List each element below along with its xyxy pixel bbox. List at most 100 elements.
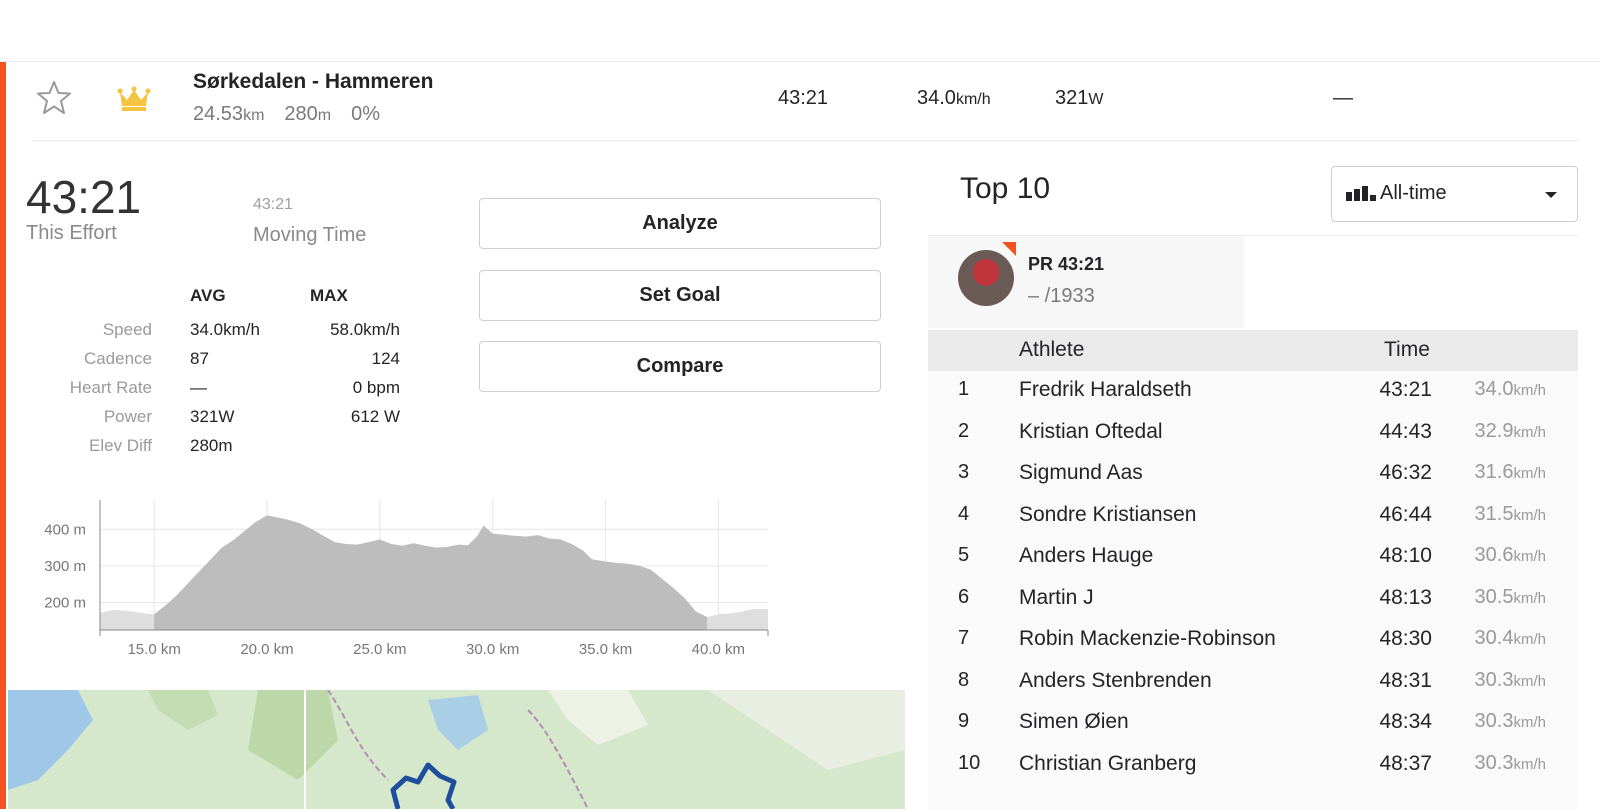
leaderboard-time-link[interactable]: 48:34	[1330, 710, 1432, 734]
athlete-name-link[interactable]: Robin Mackenzie-Robinson	[1019, 627, 1276, 651]
segment-map[interactable]	[8, 690, 905, 809]
segment-name-link[interactable]: Sørkedalen - Hammeren	[193, 70, 433, 94]
row-divider	[32, 140, 1578, 141]
compare-button[interactable]: Compare	[479, 341, 881, 392]
athlete-name-link[interactable]: Sigmund Aas	[1019, 461, 1143, 485]
athlete-name-link[interactable]: Fredrik Haraldseth	[1019, 378, 1192, 402]
top10-title: Top 10	[960, 172, 1051, 205]
segment-distance: 24.53	[193, 103, 244, 125]
segment-stats: 24.53km 280m 0%	[193, 103, 380, 126]
leaderboard-rank: 5	[958, 544, 970, 566]
speed-value: 30.3	[1474, 669, 1514, 691]
athlete-name-link[interactable]: Anders Hauge	[1019, 544, 1153, 568]
athlete-name-link[interactable]: Anders Stenbrenden	[1019, 669, 1212, 693]
x-tick-label: 30.0 km	[466, 641, 519, 658]
speed-unit: km/h	[1513, 631, 1546, 648]
segment-time: 43:21	[778, 87, 829, 109]
athlete-name-link[interactable]: Martin J	[1019, 586, 1094, 610]
pr-time: PR 43:21	[1028, 254, 1104, 275]
leaderboard-speed: 34.0km/h	[1440, 378, 1546, 401]
speed-unit: km/h	[1513, 382, 1546, 399]
segment-power: 321W	[1055, 87, 1103, 110]
leaderboard-rank: 4	[958, 503, 970, 525]
stat-label: Cadence	[83, 349, 152, 368]
athlete-name-link[interactable]: Simen Øien	[1019, 710, 1129, 734]
athlete-name-link[interactable]: Kristian Oftedal	[1019, 420, 1163, 444]
distance-unit: km	[243, 107, 265, 124]
set-goal-button[interactable]: Set Goal	[479, 270, 881, 321]
segment-speed: 34.0km/h	[917, 87, 991, 110]
leaderboard-rank: 8	[958, 669, 970, 691]
moving-time-label: Moving Time	[253, 224, 367, 246]
speed-value: 30.4	[1474, 627, 1514, 649]
power-unit: W	[1088, 91, 1104, 108]
analyze-button[interactable]: Analyze	[479, 198, 881, 249]
leaderboard-time-link[interactable]: 48:31	[1330, 669, 1432, 693]
leaderboard-speed: 30.6km/h	[1440, 544, 1546, 567]
speed-value: 31.5	[1474, 503, 1514, 525]
x-tick-label: 35.0 km	[579, 641, 632, 658]
leaderboard-time-link[interactable]: 43:21	[1330, 378, 1432, 402]
leaderboard-time-link[interactable]: 46:44	[1330, 503, 1432, 527]
stat-avg: 321W	[190, 407, 235, 426]
leaderboard-rank: 6	[958, 586, 970, 608]
speed-unit: km/h	[1513, 756, 1546, 773]
speed-unit: km/h	[1513, 673, 1546, 690]
pr-badge-icon	[1002, 242, 1016, 256]
leaderboard-speed: 30.5km/h	[1440, 586, 1546, 609]
leaderboard-speed: 30.3km/h	[1440, 710, 1546, 733]
leaderboard-rank: 7	[958, 627, 970, 649]
athlete-name-link[interactable]: Sondre Kristiansen	[1019, 503, 1196, 527]
leaderboard-time-link[interactable]: 48:13	[1330, 586, 1432, 610]
leaderboard-rank: 3	[958, 461, 970, 483]
time-column-header: Time	[1384, 338, 1430, 361]
y-tick-label: 300 m	[44, 558, 86, 575]
speed-value: 30.3	[1474, 710, 1514, 732]
stat-max: 0 bpm	[352, 378, 400, 397]
stat-avg: 87	[190, 349, 209, 368]
x-tick-label: 20.0 km	[240, 641, 293, 658]
star-outline-icon[interactable]	[36, 80, 72, 116]
chevron-down-icon	[1545, 192, 1557, 198]
athlete-column-header: Athlete	[1019, 338, 1085, 361]
leaderboard-rank: 2	[958, 420, 970, 442]
speed-value: 30.3	[1474, 752, 1514, 774]
elevation-profile-chart[interactable]: 15.0 km 20.0 km 25.0 km 30.0 km 35.0 km 40.0 …	[20, 500, 790, 675]
speed-value: 31.6	[1474, 461, 1514, 483]
leaderboard-time-link[interactable]: 48:37	[1330, 752, 1432, 776]
stat-avg: 280m	[190, 436, 233, 455]
leaderboard-speed: 31.6km/h	[1440, 461, 1546, 484]
stat-avg: —	[190, 378, 207, 397]
speed-unit: km/h	[1513, 465, 1546, 482]
x-tick-label: 25.0 km	[353, 641, 406, 658]
segment-heart-rate: —	[1333, 87, 1353, 109]
stat-avg: 34.0km/h	[190, 320, 260, 339]
moving-time: 43:21	[253, 196, 294, 213]
pr-time-value: 43:21	[1058, 254, 1105, 274]
speed-value: 34.0	[917, 87, 956, 109]
leaderboard-filter-dropdown[interactable]: All-time	[1331, 166, 1578, 222]
power-value: 321	[1055, 87, 1089, 109]
leaderboard-rank: 10	[958, 752, 981, 774]
pr-label: PR	[1028, 254, 1054, 274]
stat-label: Speed	[102, 320, 152, 339]
athlete-name-link[interactable]: Christian Granberg	[1019, 752, 1196, 776]
y-tick-label: 200 m	[44, 595, 86, 612]
stat-max: 58.0km/h	[330, 320, 400, 339]
leaderboard-time-link[interactable]: 44:43	[1330, 420, 1432, 444]
map-tiles	[8, 690, 905, 809]
effort-time-label: This Effort	[26, 222, 117, 244]
speed-value: 30.6	[1474, 544, 1514, 566]
speed-unit: km/h	[1513, 714, 1546, 731]
speed-unit: km/h	[1513, 424, 1546, 441]
speed-unit: km/h	[1513, 548, 1546, 565]
speed-unit: km/h	[1513, 507, 1546, 524]
elevation-area-segment	[154, 515, 708, 630]
leaderboard-time-link[interactable]: 46:32	[1330, 461, 1432, 485]
speed-value: 34.0	[1474, 378, 1514, 400]
header-divider	[0, 61, 1600, 62]
leaderboard-speed: 31.5km/h	[1440, 503, 1546, 526]
leaderboard-time-link[interactable]: 48:10	[1330, 544, 1432, 568]
leaderboard-time-link[interactable]: 48:30	[1330, 627, 1432, 651]
stat-label: Elev Diff	[89, 436, 152, 455]
